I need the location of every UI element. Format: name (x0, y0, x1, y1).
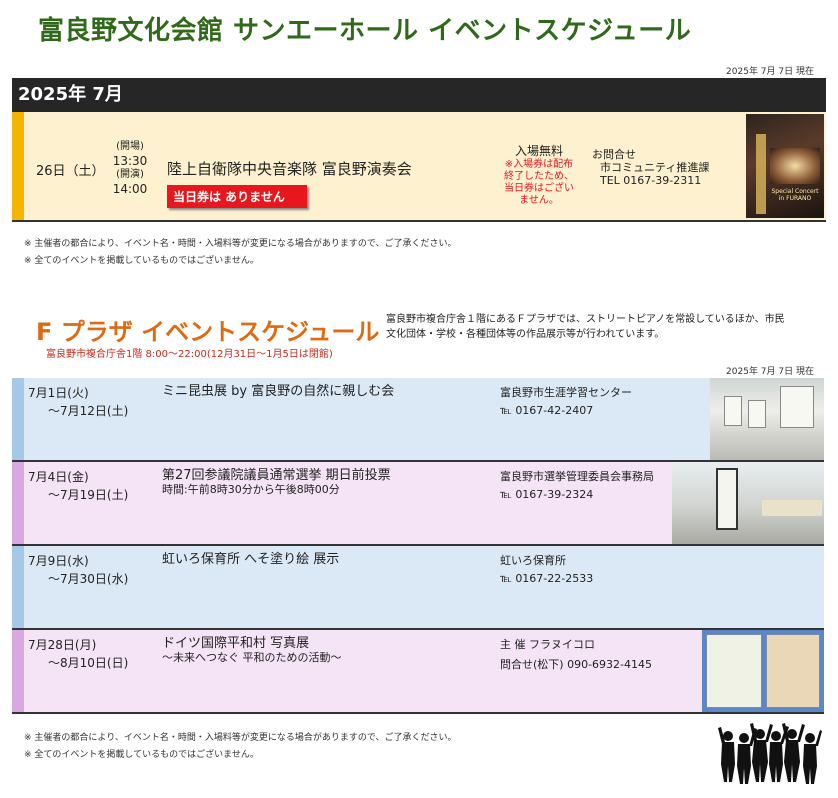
plaza-event-row: 7月1日(火) ～7月12日(土) ミニ昆虫展 by 富良野の自然に親しむ会 富… (12, 378, 824, 462)
row-accent-stripe (12, 462, 24, 544)
plaza-hours: 富良野市複合庁舎1階 8:00～22:00(12月31日～1月5日は閉館) (46, 349, 333, 360)
event-title: 虹いろ保育所 へそ塗り絵 展示 (162, 552, 340, 567)
voting-sign (716, 468, 738, 530)
note-line: ※ 全てのイベントを掲載しているものではございません。 (24, 256, 259, 266)
contact-label: お問合せ (592, 148, 636, 161)
event-title: 陸上自衛隊中央音楽隊 富良野演奏会 (167, 160, 412, 178)
peace-village-poster-image (702, 630, 824, 712)
poster-band (756, 134, 766, 214)
plaza-title: F プラザ イベントスケジュール (36, 318, 380, 346)
concert-poster-image: Special Concert in FURANO (746, 114, 824, 218)
row-accent-stripe (12, 630, 24, 712)
page-title: 富良野文化会館 サンエーホール イベントスケジュール (38, 16, 692, 46)
event-organizer: 虹いろ保育所 (500, 554, 566, 567)
open-time: 13:30 (112, 154, 148, 168)
plaza-event-row: 7月28日(月) ～8月10日(日) ドイツ国際平和村 写真展 ～未来へつなぐ … (12, 630, 824, 714)
open-label: (開場) (116, 141, 144, 152)
no-day-ticket-badge: 当日券は ありません (167, 185, 307, 208)
start-label: (開演) (116, 169, 144, 180)
plaza-as-of-date: 2025年 7月 7日 現在 (726, 367, 814, 377)
poster-stage (770, 148, 820, 184)
hall-event-row: 26日（土） (開場) 13:30 (開演) 14:00 陸上自衛隊中央音楽隊 … (12, 112, 826, 222)
event-phone: ℡ 0167-39-2324 (500, 488, 594, 501)
plaza-event-row: 7月9日(水) ～7月30日(水) 虹いろ保育所 へそ塗り絵 展示 虹いろ保育所… (12, 546, 824, 630)
month-header: 2025年 7月 (12, 78, 826, 112)
poster-caption: Special Concert in FURANO (771, 188, 819, 202)
event-organizer: 富良野市選挙管理委員会事務局 (500, 470, 654, 483)
row-accent-stripe (12, 378, 24, 460)
start-time: 14:00 (112, 182, 148, 196)
poster-sheet (766, 634, 820, 708)
event-date-end: ～7月12日(土) (48, 404, 129, 418)
admission-note: ※入場券は配布終了したため、当日券はございません。 (504, 159, 574, 206)
event-date-end: ～8月10日(日) (48, 656, 129, 670)
plaza-notes: ※ 主催者の都合により、イベント名・時間・入場料等が変更になる場合がありますので… (24, 730, 457, 764)
row-accent-stripe (12, 112, 24, 220)
reception-desk (762, 500, 822, 516)
contact-org: 市コミュニティ推進課 (600, 161, 710, 174)
admission-info: 入場無料 ※入場券は配布終了したため、当日券はございません。 (502, 142, 576, 207)
insect-exhibit-photo (710, 378, 824, 460)
contact-tel: TEL 0167-39-2311 (600, 174, 702, 187)
plaza-event-row: 7月4日(金) ～7月19日(土) 第27回参議院議員通常選挙 期日前投票 時間… (12, 462, 824, 546)
event-subtitle: 時間:午前8時30分から午後8時00分 (162, 483, 340, 496)
contact-info: お問合せ 市コミュニティ推進課 TEL 0167-39-2311 (592, 148, 709, 187)
early-voting-photo (672, 462, 824, 544)
event-organizer: 富良野市生涯学習センター (500, 386, 632, 399)
event-date-start: 7月28日(月) (28, 638, 97, 652)
event-phone: ℡ 0167-42-2407 (500, 404, 594, 417)
poster-sheet (706, 634, 762, 708)
note-line: ※ 主催者の都合により、イベント名・時間・入場料等が変更になる場合がありますので… (24, 733, 457, 743)
photo-panel (748, 400, 766, 428)
event-date-end: ～7月30日(水) (48, 572, 129, 586)
photo-panel (780, 386, 814, 428)
people-silhouette-image (718, 723, 822, 784)
event-date-start: 7月9日(水) (28, 554, 89, 568)
event-date-start: 7月1日(火) (28, 386, 89, 400)
event-title: ミニ昆虫展 by 富良野の自然に親しむ会 (162, 384, 395, 399)
as-of-date: 2025年 7月 7日 現在 (726, 67, 814, 77)
event-date: 26日（土） (36, 164, 105, 179)
photo-panel (724, 396, 742, 426)
event-date-start: 7月4日(金) (28, 470, 89, 484)
hall-notes: ※ 主催者の都合により、イベント名・時間・入場料等が変更になる場合がありますので… (24, 236, 457, 270)
event-times: (開場) 13:30 (開演) 14:00 (108, 140, 152, 196)
note-line: ※ 全てのイベントを掲載しているものではございません。 (24, 750, 259, 760)
event-phone: 問合せ(松下) 090-6932-4145 (500, 658, 653, 671)
admission-free: 入場無料 (514, 144, 563, 158)
event-date-end: ～7月19日(土) (48, 488, 129, 502)
event-organizer: 主 催 フラヌイコロ (500, 638, 595, 651)
event-subtitle: ～未来へつなぐ 平和のための活動～ (162, 651, 342, 664)
note-line: ※ 主催者の都合により、イベント名・時間・入場料等が変更になる場合がありますので… (24, 239, 457, 249)
row-accent-stripe (12, 546, 24, 628)
event-phone: ℡ 0167-22-2533 (500, 572, 594, 585)
plaza-description: 富良野市複合庁舎１階にあるＦプラザでは、ストリートピアノを常設しているほか、市民… (386, 314, 785, 340)
